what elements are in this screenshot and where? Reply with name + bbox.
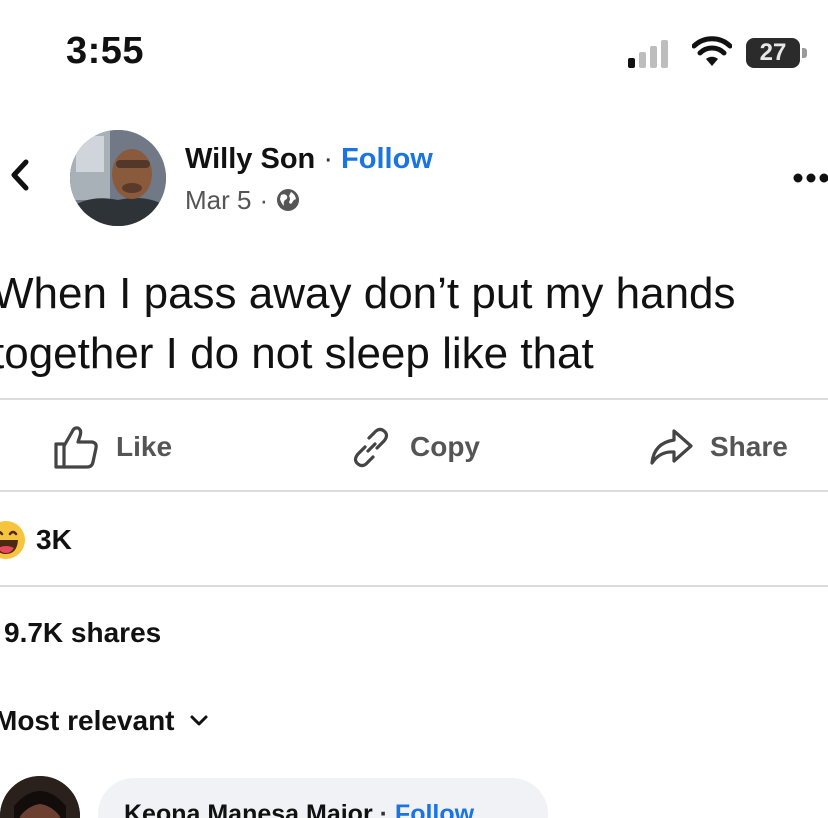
share-button[interactable]: Share xyxy=(648,422,788,472)
reactions-row[interactable]: 3K xyxy=(0,500,828,584)
post-date[interactable]: Mar 5 xyxy=(185,184,251,216)
signal-icon xyxy=(628,40,668,68)
globe-icon xyxy=(277,189,300,211)
shares-count[interactable]: 9.7K shares xyxy=(4,617,161,649)
comment-author-row: Keona Manesa Major · Follow xyxy=(124,800,474,818)
like-label: Like xyxy=(116,431,173,462)
post-text: When I pass away don’t put my hands toge… xyxy=(0,264,828,384)
follow-button[interactable]: Follow xyxy=(341,143,433,175)
haha-emoji-icon xyxy=(0,521,25,559)
comment-author-separator: · xyxy=(379,800,388,818)
status-bar: 3:55 27 xyxy=(0,0,828,100)
comment-follow-button[interactable]: Follow xyxy=(395,800,474,818)
action-bar: Like Copy Share xyxy=(0,400,828,492)
link-icon xyxy=(353,427,389,468)
date-separator: · xyxy=(259,185,269,215)
battery-nub xyxy=(802,48,807,58)
share-label: Share xyxy=(710,431,788,462)
avatar-photo xyxy=(70,130,166,226)
copy-button[interactable]: Copy xyxy=(348,422,480,472)
status-time: 3:55 xyxy=(66,30,145,72)
author-row: Willy Son · Follow xyxy=(185,142,433,176)
chevron-down-icon xyxy=(190,715,207,726)
share-arrow-icon xyxy=(650,429,693,465)
like-button[interactable]: Like xyxy=(52,422,172,472)
comment-sort-dropdown[interactable]: Most relevant xyxy=(0,705,209,737)
divider xyxy=(0,585,828,587)
post-text-line: When I pass away don’t put my hands xyxy=(0,269,736,318)
back-button[interactable] xyxy=(0,150,40,200)
divider xyxy=(0,490,828,492)
comment-author-name[interactable]: Keona Manesa Major xyxy=(124,800,373,818)
author-avatar[interactable] xyxy=(70,130,166,226)
more-options-icon[interactable] xyxy=(792,162,828,192)
avatar-photo xyxy=(0,776,80,818)
author-separator: · xyxy=(323,143,333,175)
thumbs-up-icon xyxy=(54,426,98,469)
copy-label: Copy xyxy=(410,431,480,462)
sort-label: Most relevant xyxy=(0,705,175,736)
post-meta: Mar 5 · xyxy=(185,184,300,216)
battery-level: 27 xyxy=(759,39,787,66)
chevron-left-icon xyxy=(11,159,29,191)
commenter-avatar[interactable] xyxy=(0,776,80,818)
reaction-count: 3K xyxy=(36,524,72,555)
post-text-line: together I do not sleep like that xyxy=(0,329,594,378)
wifi-icon xyxy=(692,36,732,66)
battery-icon: 27 xyxy=(746,38,808,68)
author-name[interactable]: Willy Son xyxy=(185,143,315,175)
